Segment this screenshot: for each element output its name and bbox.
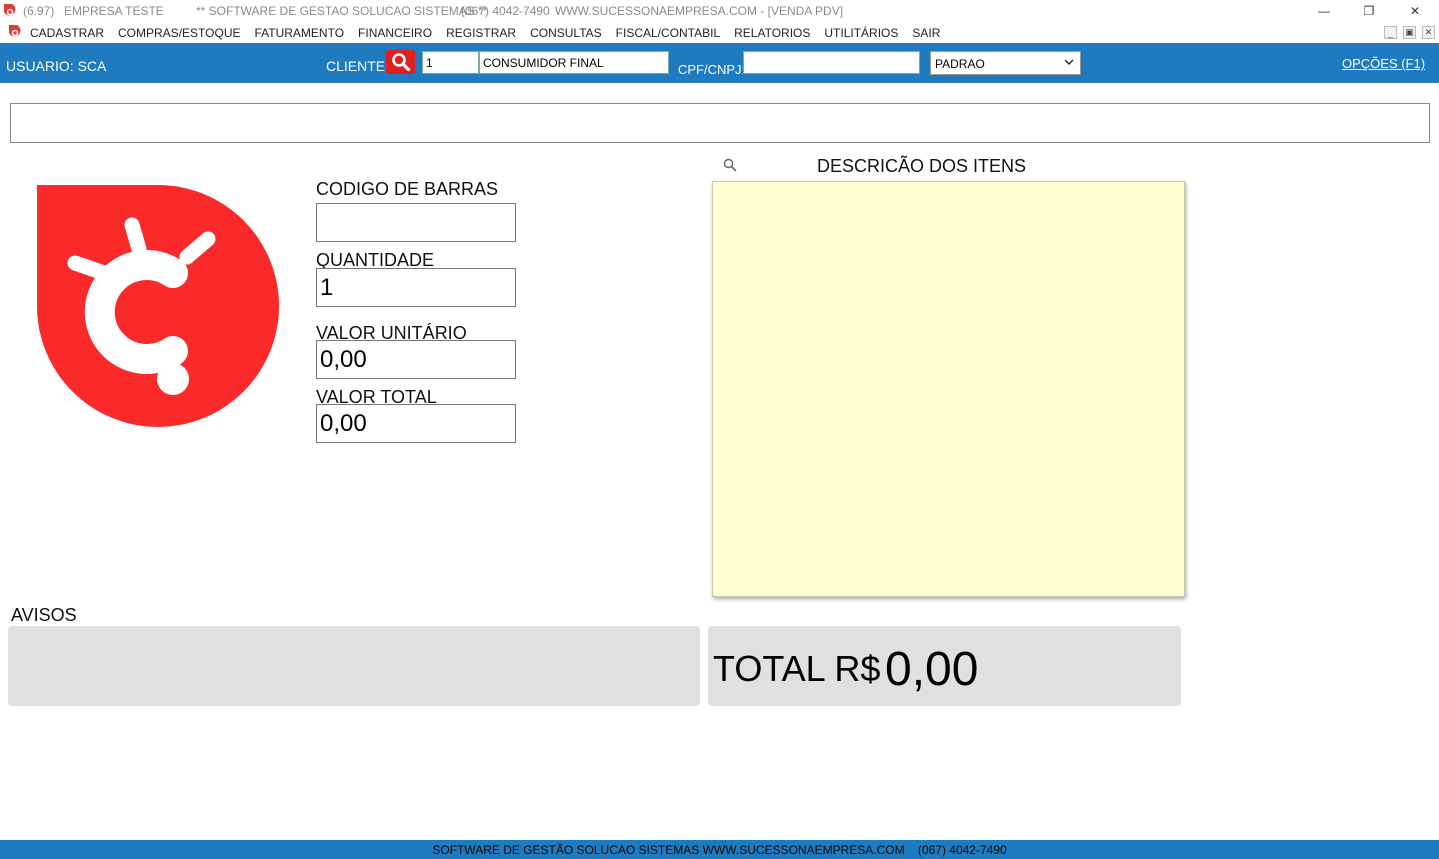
menu-utilitarios[interactable]: UTILITÁRIOS [824,26,898,40]
total-panel: TOTAL R$ 0,00 [708,626,1181,706]
mdi-minimize-button[interactable]: _ [1384,26,1397,39]
menu-financeiro[interactable]: FINANCEIRO [358,26,432,40]
restore-icon: ❐ [1363,4,1375,18]
price-table-select[interactable]: PADRAO [930,51,1081,75]
title-site: WWW.SUCESSONAEMPRESA.COM - [VENDA PDV] [555,4,844,18]
menu-cadastrar[interactable]: CADASTRAR [30,26,104,40]
cpf-input[interactable] [743,51,920,74]
minimize-button[interactable]: — [1301,0,1347,22]
total-amount: 0,00 [885,643,979,696]
cpf-label: CPF/CNPJ: [678,62,746,77]
title-company: EMPRESA TESTE [64,4,164,18]
title-software: ** SOFTWARE DE GESTAO SOLUCAO SISTEMAS *… [196,4,488,18]
menu-bar: CADASTRAR COMPRAS/ESTOQUE FATURAMENTO FI… [0,22,1439,43]
title-bar: (6.97) EMPRESA TESTE ** SOFTWARE DE GEST… [0,0,1439,22]
price-table-value: PADRAO [935,57,985,71]
restore-button[interactable]: ❐ [1346,0,1392,22]
menu-consultas[interactable]: CONSULTAS [530,26,602,40]
close-button[interactable]: ✕ [1392,0,1438,22]
minimize-icon: — [1318,4,1330,18]
search-icon [391,53,410,72]
chevron-down-icon [1064,59,1074,65]
title-phone: (067) 4042-7490 [461,4,550,18]
options-link[interactable]: OPÇÕES (F1) [1342,56,1425,71]
app-menu-icon[interactable] [7,24,23,40]
client-code-input[interactable] [422,51,479,74]
barcode-label: CODIGO DE BARRAS [316,179,499,199]
mdi-controls: _ ▣ ✕ [1384,26,1435,39]
close-icon: ✕ [1409,4,1421,18]
items-search-icon[interactable] [723,158,737,172]
mdi-restore-button[interactable]: ▣ [1403,26,1416,39]
status-bar: SOFTWARE DE GESTÃO SOLUCAO SISTEMAS WWW.… [0,840,1439,859]
barcode-input[interactable] [316,203,516,242]
product-search-field[interactable] [10,103,1430,143]
menu-sair[interactable]: SAIR [912,26,940,40]
avisos-panel [8,626,700,706]
quantity-input[interactable]: 1 [316,268,516,307]
client-label: CLIENTE: [326,58,390,74]
menu-faturamento[interactable]: FATURAMENTO [254,26,344,40]
user-label: USUARIO: SCA [6,58,107,74]
unit-value-input[interactable]: 0,00 [316,340,516,379]
menu-registrar[interactable]: REGISTRAR [446,26,516,40]
avisos-label: AVISOS [11,605,77,625]
mdi-close-button[interactable]: ✕ [1422,26,1435,39]
menu-relatorios[interactable]: RELATORIOS [734,26,810,40]
total-label: TOTAL R$ [713,648,881,689]
brand-logo [37,185,279,427]
client-name-input[interactable] [479,51,669,74]
client-search-button[interactable] [386,50,415,74]
menu-fiscal-contabil[interactable]: FISCAL/CONTABIL [616,26,720,40]
header-bar: USUARIO: SCA CLIENTE: CPF/CNPJ: PADRAO O… [0,43,1439,83]
app-logo-icon [4,4,16,16]
items-list[interactable] [712,181,1185,597]
menu-list: CADASTRAR COMPRAS/ESTOQUE FATURAMENTO FI… [30,26,954,40]
menu-compras-estoque[interactable]: COMPRAS/ESTOQUE [118,26,240,40]
total-value-input[interactable]: 0,00 [316,404,516,443]
items-title: DESCRICÃO DOS ITENS [817,156,1027,176]
title-version: (6.97) [23,4,55,18]
